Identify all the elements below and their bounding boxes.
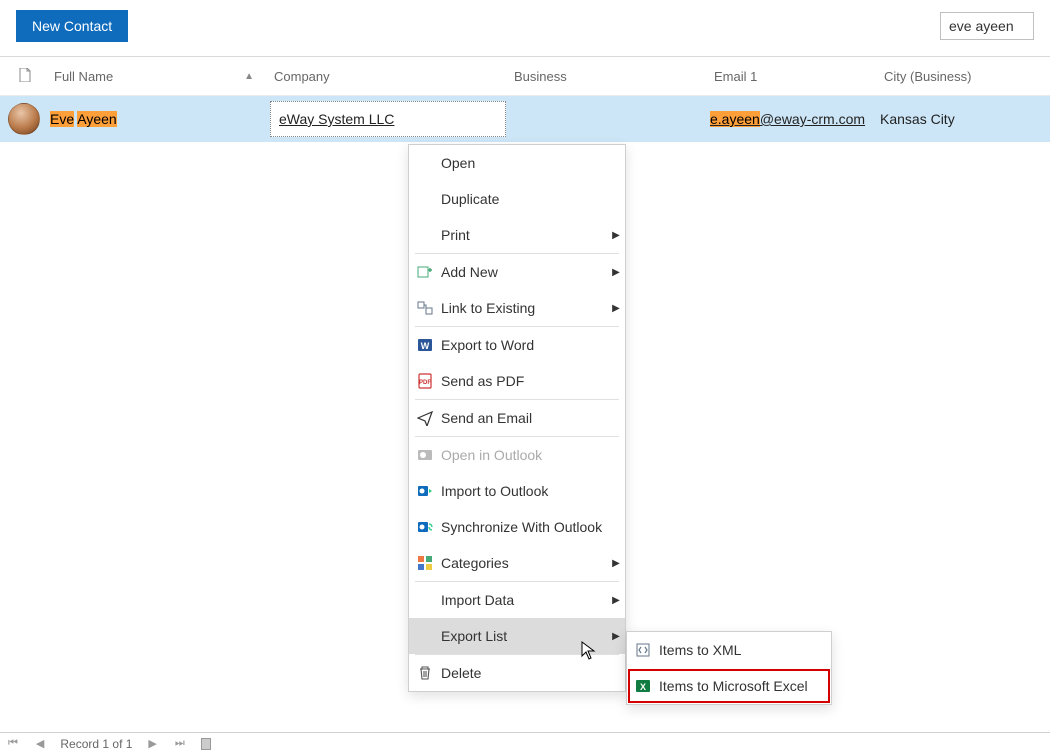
word-icon: W xyxy=(409,337,441,353)
menu-export-word[interactable]: W Export to Word xyxy=(409,327,625,363)
chevron-right-icon: ▶ xyxy=(607,595,625,606)
submenu-items-to-excel[interactable]: X Items to Microsoft Excel xyxy=(627,668,831,704)
menu-import-data[interactable]: Import Data▶ xyxy=(409,582,625,618)
menu-import-outlook[interactable]: Import to Outlook xyxy=(409,473,625,509)
submenu-label: Items to XML xyxy=(659,642,831,658)
menu-open[interactable]: Open xyxy=(409,145,625,181)
highlight: Eve xyxy=(50,111,74,127)
menu-delete[interactable]: Delete xyxy=(409,655,625,691)
delete-icon xyxy=(409,665,441,681)
menu-sync-outlook[interactable]: Synchronize With Outlook xyxy=(409,509,625,545)
email-rest: @eway-crm.com xyxy=(760,111,865,127)
new-contact-button[interactable]: New Contact xyxy=(16,10,128,42)
outlook-icon xyxy=(409,447,441,463)
avatar xyxy=(8,103,40,135)
outlook-sync-icon xyxy=(409,519,441,535)
company-cell-wrapper: eWay System LLC xyxy=(270,101,510,137)
add-new-icon xyxy=(409,264,441,280)
submenu-items-to-xml[interactable]: Items to XML xyxy=(627,632,831,668)
highlight: Ayeen xyxy=(77,111,116,127)
pager-next[interactable]: ▶ xyxy=(146,737,158,750)
outlook-import-icon xyxy=(409,483,441,499)
pager-first[interactable]: ⏮ xyxy=(6,737,20,750)
chevron-right-icon: ▶ xyxy=(607,230,625,241)
menu-add-new[interactable]: Add New▶ xyxy=(409,254,625,290)
table-row[interactable]: Eve Ayeen eWay System LLC e.ayeen@eway-c… xyxy=(0,96,1050,142)
column-email1[interactable]: Email 1 xyxy=(710,69,880,84)
menu-export-list[interactable]: Export List▶ xyxy=(409,618,625,654)
grid-header: Full Name ▲ Company Business Email 1 Cit… xyxy=(0,57,1050,96)
menu-send-email[interactable]: Send an Email xyxy=(409,400,625,436)
svg-text:X: X xyxy=(640,682,646,692)
menu-print[interactable]: Print▶ xyxy=(409,217,625,253)
company-cell-editing[interactable]: eWay System LLC xyxy=(270,101,506,137)
column-city[interactable]: City (Business) xyxy=(880,69,1050,84)
horizontal-scroll-handle[interactable] xyxy=(201,738,211,750)
xml-icon xyxy=(627,642,659,658)
pager-status: Record 1 of 1 xyxy=(60,737,132,751)
search-input[interactable] xyxy=(940,12,1034,40)
column-company[interactable]: Company xyxy=(270,69,510,84)
highlight: e.ayeen xyxy=(710,111,760,127)
chevron-right-icon: ▶ xyxy=(607,558,625,569)
menu-send-pdf[interactable]: PDF Send as PDF xyxy=(409,363,625,399)
column-indicator[interactable] xyxy=(0,68,50,85)
menu-duplicate[interactable]: Duplicate xyxy=(409,181,625,217)
sort-ascending-icon: ▲ xyxy=(244,71,254,82)
svg-text:W: W xyxy=(421,341,430,351)
full-name-cell: Eve Ayeen xyxy=(50,111,270,127)
menu-link-existing[interactable]: Link to Existing▶ xyxy=(409,290,625,326)
chevron-right-icon: ▶ xyxy=(607,267,625,278)
document-icon xyxy=(19,68,31,85)
column-label: Full Name xyxy=(54,69,113,84)
avatar-cell xyxy=(0,103,50,135)
company-link[interactable]: eWay System LLC xyxy=(279,111,394,127)
excel-icon: X xyxy=(627,678,659,694)
pager: ⏮ ◀ Record 1 of 1 ▶ ⏭ xyxy=(0,732,1050,754)
export-list-submenu: Items to XML X Items to Microsoft Excel xyxy=(626,631,832,705)
chevron-right-icon: ▶ xyxy=(607,631,625,642)
pager-last[interactable]: ⏭ xyxy=(173,737,187,750)
email-cell[interactable]: e.ayeen@eway-crm.com xyxy=(710,111,880,127)
chevron-right-icon: ▶ xyxy=(607,303,625,314)
toolbar: New Contact xyxy=(0,0,1050,57)
menu-open-outlook: Open in Outlook xyxy=(409,437,625,473)
link-icon xyxy=(409,300,441,316)
send-icon xyxy=(409,410,441,426)
city-cell: Kansas City xyxy=(880,111,1050,127)
column-business[interactable]: Business xyxy=(510,69,710,84)
pager-prev[interactable]: ◀ xyxy=(34,737,46,750)
menu-categories[interactable]: Categories▶ xyxy=(409,545,625,581)
pdf-icon: PDF xyxy=(409,373,441,389)
categories-icon xyxy=(409,555,441,571)
column-full-name[interactable]: Full Name ▲ xyxy=(50,69,270,84)
svg-text:PDF: PDF xyxy=(419,380,431,386)
context-menu: Open Duplicate Print▶ Add New▶ Link to E… xyxy=(408,144,626,692)
submenu-label: Items to Microsoft Excel xyxy=(659,678,831,694)
